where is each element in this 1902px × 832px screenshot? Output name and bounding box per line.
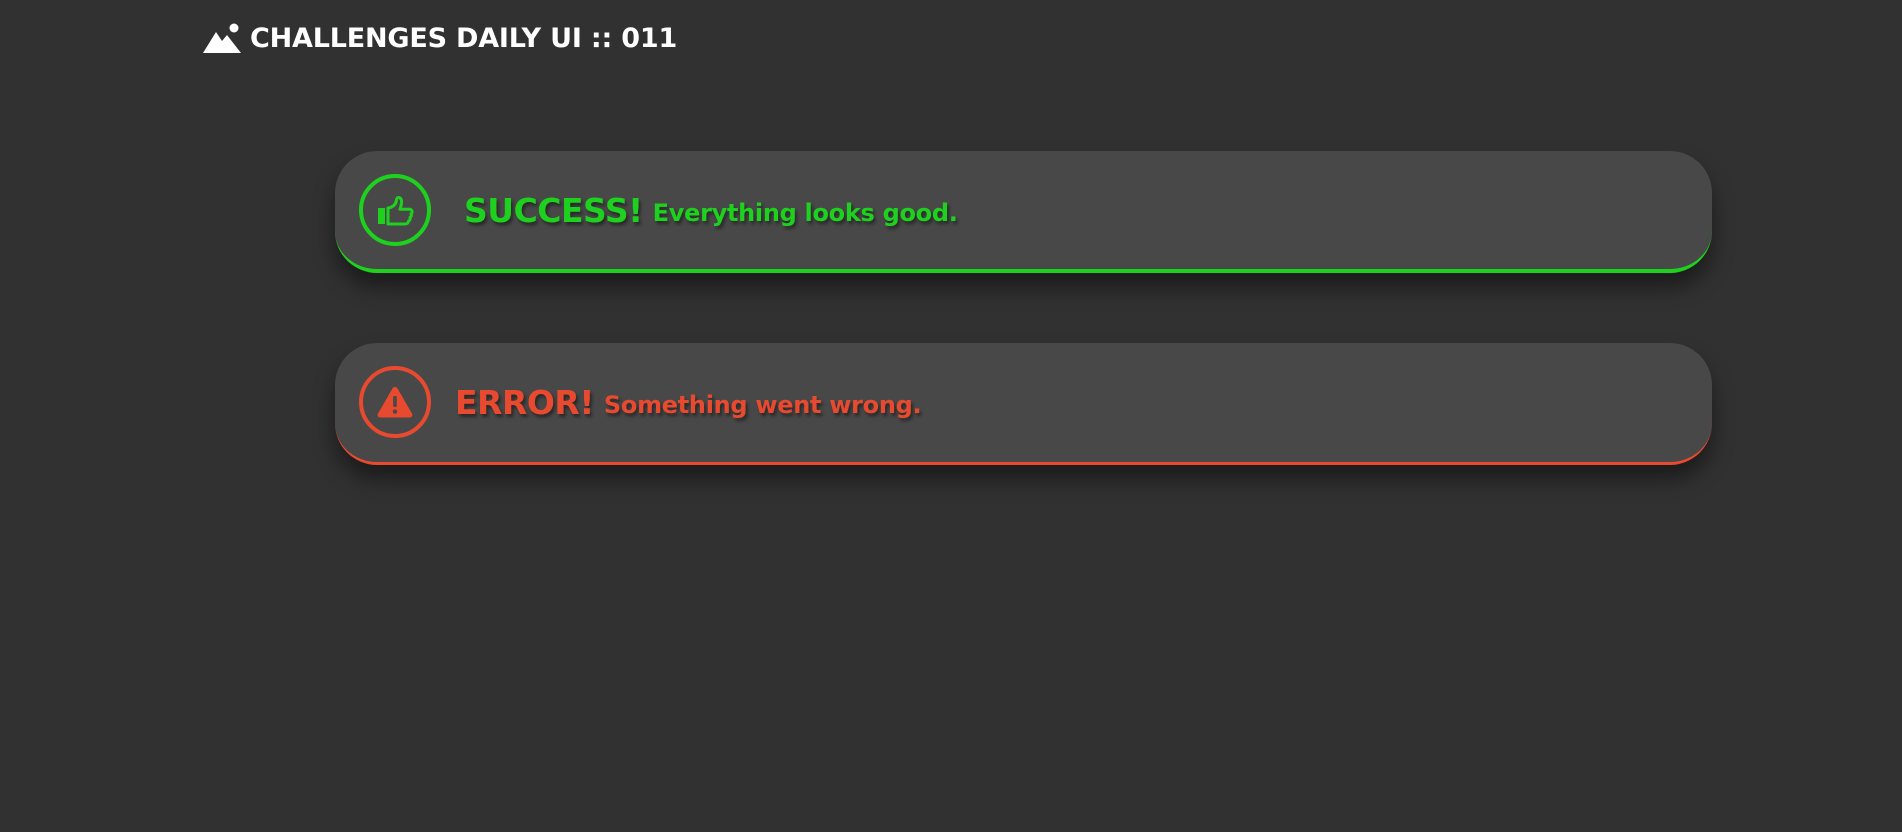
error-text: Something went wrong. <box>603 391 922 419</box>
success-text: Everything looks good. <box>652 199 958 227</box>
success-alert: SUCCESS! Everything looks good. <box>335 151 1712 273</box>
error-message: ERROR! Something went wrong. <box>455 343 922 461</box>
success-icon-badge <box>359 174 431 246</box>
mountain-sun-icon <box>203 23 241 53</box>
error-alert: ERROR! Something went wrong. <box>335 343 1712 465</box>
warning-triangle-icon <box>377 387 413 418</box>
success-heading: SUCCESS! <box>464 190 643 230</box>
thumbs-up-icon <box>378 196 414 226</box>
success-message: SUCCESS! Everything looks good. <box>464 151 958 269</box>
error-heading: ERROR! <box>455 382 594 422</box>
page-title: CHALLENGES DAILY UI :: 011 <box>250 22 678 54</box>
page-header: CHALLENGES DAILY UI :: 011 <box>202 20 677 56</box>
error-icon-badge <box>359 366 431 438</box>
